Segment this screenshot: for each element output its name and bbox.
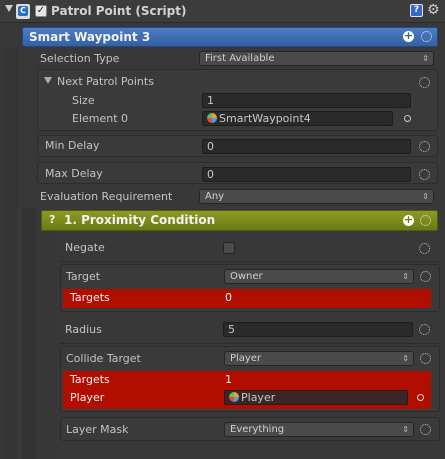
object-picker-icon[interactable] — [417, 394, 424, 401]
target-value: Owner — [230, 271, 263, 282]
selection-type-label: Selection Type — [40, 52, 120, 65]
collide-target-value: Player — [230, 353, 262, 364]
min-delay-label: Min Delay — [45, 139, 100, 152]
min-delay-field[interactable]: 0 — [202, 139, 411, 154]
condition-bar: ? 1. Proximity Condition + — [41, 210, 438, 231]
player-field[interactable]: Player — [224, 390, 408, 405]
next-patrol-points-label[interactable]: Next Patrol Points — [57, 75, 154, 89]
collide-targets-label: Targets — [70, 373, 110, 386]
gameobject-icon — [207, 113, 217, 123]
max-delay-label: Max Delay — [45, 167, 103, 180]
element-0-value: SmartWaypoint4 — [219, 112, 311, 125]
radius-label: Radius — [65, 323, 102, 336]
collide-targets-row: Targets 1 Player Player — [63, 371, 431, 409]
element-0-label: Element 0 — [72, 112, 129, 125]
settings-icon[interactable] — [420, 353, 431, 364]
player-label: Player — [70, 391, 105, 404]
element-0-field[interactable]: SmartWaypoint4 — [202, 111, 393, 126]
condition-help-icon[interactable]: ? — [49, 213, 55, 227]
add-icon[interactable]: + — [403, 30, 414, 42]
object-picker-icon[interactable] — [404, 115, 411, 122]
add-icon[interactable]: + — [403, 214, 414, 226]
help-icon[interactable]: ? — [410, 4, 423, 17]
layer-mask-value: Everything — [230, 424, 285, 435]
layer-mask-panel: Layer Mask Everything ⇕ — [60, 417, 440, 441]
target-dropdown[interactable]: Owner ⇕ — [224, 269, 414, 284]
settings-icon[interactable] — [419, 141, 430, 152]
size-field[interactable]: 1 — [202, 93, 411, 108]
foldout-arrow-icon[interactable] — [44, 77, 52, 84]
layer-mask-dropdown[interactable]: Everything ⇕ — [224, 422, 414, 437]
radius-field[interactable]: 5 — [223, 322, 413, 337]
condition-gutter-inner — [41, 231, 55, 459]
selection-type-value: First Available — [205, 53, 275, 64]
left-gutter — [4, 47, 18, 459]
component-title: Patrol Point (Script) — [51, 4, 187, 18]
player-value: Player — [241, 391, 276, 404]
gameobject-icon — [229, 392, 239, 402]
settings-icon[interactable] — [419, 169, 430, 180]
evaluation-label: Evaluation Requirement — [40, 190, 173, 203]
targets-error-value: 0 — [225, 291, 232, 304]
min-delay-panel: Min Delay 0 — [37, 135, 438, 157]
dropdown-arrow-icon: ⇕ — [422, 192, 429, 201]
dropdown-arrow-icon: ⇕ — [402, 272, 409, 281]
layer-mask-label: Layer Mask — [66, 423, 129, 436]
negate-label: Negate — [65, 241, 105, 254]
negate-checkbox[interactable] — [223, 242, 235, 254]
settings-icon[interactable] — [420, 424, 431, 435]
dropdown-arrow-icon: ⇕ — [402, 354, 409, 363]
dropdown-arrow-icon: ⇕ — [402, 425, 409, 434]
size-label: Size — [72, 94, 95, 107]
target-label: Target — [66, 270, 101, 283]
component-header: C ✓ Patrol Point (Script) ? ⚙ — [0, 0, 445, 23]
gear-icon[interactable]: ⚙ — [427, 3, 440, 17]
targets-error-label: Targets — [70, 291, 110, 304]
collide-targets-value: 1 — [225, 373, 232, 386]
waypoint-title: Smart Waypoint 3 — [29, 30, 151, 44]
enabled-checkbox[interactable]: ✓ — [35, 5, 47, 17]
settings-icon[interactable] — [419, 77, 430, 88]
waypoint-bar: Smart Waypoint 3 + — [22, 27, 438, 47]
evaluation-dropdown[interactable]: Any ⇕ — [199, 189, 434, 204]
targets-error-row: Targets 0 — [63, 289, 431, 308]
condition-gutter — [22, 208, 36, 459]
evaluation-value: Any — [205, 191, 225, 202]
settings-icon[interactable] — [420, 215, 431, 226]
script-icon: C — [16, 4, 30, 19]
settings-icon[interactable] — [420, 271, 431, 282]
target-panel: Target Owner ⇕ Targets 0 — [60, 264, 440, 312]
condition-title: 1. Proximity Condition — [64, 213, 216, 227]
divider — [60, 261, 440, 262]
foldout-arrow-icon[interactable] — [5, 5, 13, 12]
settings-icon[interactable] — [419, 324, 430, 335]
settings-icon[interactable] — [419, 243, 430, 254]
next-patrol-points-panel: Next Patrol Points Size 1 Element 0 Smar… — [37, 69, 438, 131]
collide-target-label: Collide Target — [66, 352, 141, 365]
collide-target-dropdown[interactable]: Player ⇕ — [224, 351, 414, 366]
dropdown-arrow-icon: ⇕ — [422, 54, 429, 63]
divider — [60, 343, 440, 344]
selection-type-dropdown[interactable]: First Available ⇕ — [199, 51, 434, 66]
settings-icon[interactable] — [421, 31, 432, 42]
collide-target-panel: Collide Target Player ⇕ Targets 1 Player… — [60, 346, 440, 412]
max-delay-panel: Max Delay 0 — [37, 162, 438, 184]
max-delay-field[interactable]: 0 — [202, 167, 411, 182]
